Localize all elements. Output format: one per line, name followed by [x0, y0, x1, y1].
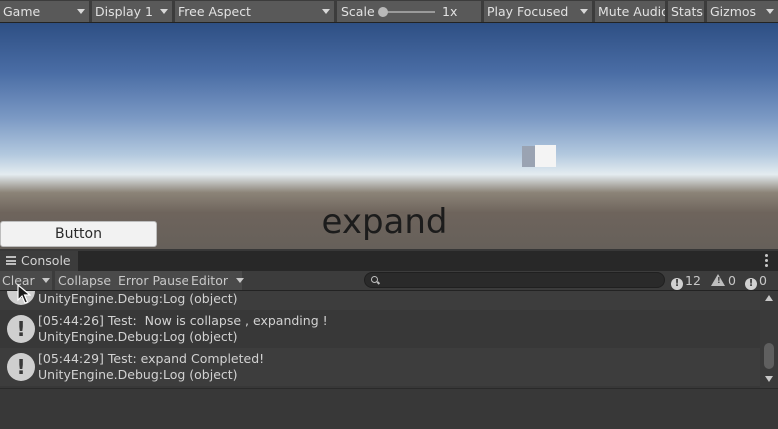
error-icon: ! [745, 278, 757, 290]
log-entry-stacktrace: UnityEngine.Debug:Log (object) [38, 329, 238, 344]
aspect-dropdown[interactable]: Free Aspect [175, 1, 334, 22]
gizmos-dropdown[interactable]: Gizmos [707, 1, 778, 22]
info-icon: ! [7, 353, 35, 381]
log-count: 12 [685, 273, 701, 288]
view-dropdown[interactable]: Game [0, 1, 89, 22]
console-log-list[interactable]: ! UnityEngine.Debug:Log (object) ! [05:4… [0, 291, 760, 388]
cube-side [522, 146, 535, 167]
mute-audio-toggle[interactable]: Mute Audio [595, 1, 665, 22]
scale-slider-handle[interactable] [378, 7, 388, 17]
chevron-down-icon [160, 9, 168, 14]
mouse-cursor-icon [17, 284, 31, 304]
info-icon: ! [671, 278, 683, 290]
game-toolbar: Game Display 1 Free Aspect Scale 1x Play… [0, 0, 778, 23]
info-icon: ! [7, 315, 35, 343]
log-entry[interactable]: ! UnityEngine.Debug:Log (object) [0, 291, 760, 310]
error-pause-toggle[interactable]: Error Pause [115, 271, 189, 290]
log-entry-message: [05:44:26] Test: Now is collapse , expan… [38, 313, 328, 328]
log-entry[interactable]: ! [05:44:26] Test: Now is collapse , exp… [0, 310, 760, 348]
scale-label: Scale [341, 4, 375, 19]
scale-slider-track[interactable] [383, 11, 435, 13]
chevron-down-icon [580, 9, 588, 14]
log-entry[interactable]: ! [05:44:29] Test: expand Completed! Uni… [0, 348, 760, 386]
chevron-down-icon [42, 278, 50, 283]
editor-dropdown[interactable]: Editor [188, 271, 244, 290]
play-mode-label: Play Focused [487, 4, 569, 19]
console-list-icon [6, 256, 16, 265]
scrollbar-thumb[interactable] [764, 343, 774, 369]
clear-options-dropdown[interactable] [38, 271, 52, 290]
game-view[interactable]: expand Button [0, 23, 778, 249]
tab-console[interactable]: Console [0, 251, 78, 271]
warning-count-toggle[interactable]: ! 0 [711, 272, 736, 289]
search-input[interactable] [364, 272, 665, 288]
warning-count: 0 [728, 273, 736, 288]
game-status-label: expand [321, 202, 448, 242]
log-entry-stacktrace: UnityEngine.Debug:Log (object) [38, 367, 238, 382]
stats-label: Stats [671, 4, 703, 19]
stats-toggle[interactable]: Stats [668, 1, 704, 22]
error-count-toggle[interactable]: ! 0 [745, 272, 767, 290]
chevron-down-icon [235, 278, 244, 283]
error-count: 0 [759, 273, 767, 288]
collapse-label: Collapse [58, 273, 112, 288]
chevron-down-icon [77, 9, 85, 14]
console-toolbar: Clear Collapse Error Pause Editor ! 12 ! 0… [0, 271, 778, 291]
gizmos-label: Gizmos [710, 4, 757, 19]
log-scrollbar[interactable] [760, 291, 778, 388]
scroll-up-icon[interactable] [765, 295, 773, 301]
console-tab-title: Console [21, 253, 71, 268]
log-entry-stacktrace: UnityEngine.Debug:Log (object) [38, 291, 238, 306]
more-options-icon[interactable] [765, 254, 768, 268]
chevron-down-icon [766, 9, 774, 14]
display-dropdown[interactable]: Display 1 [92, 1, 172, 22]
play-mode-dropdown[interactable]: Play Focused [484, 1, 592, 22]
scale-control: Scale 1x [337, 1, 481, 22]
collapse-toggle[interactable]: Collapse [55, 271, 115, 290]
aspect-label: Free Aspect [178, 4, 251, 19]
error-pause-label: Error Pause [118, 273, 190, 288]
cube-front [535, 145, 556, 167]
search-icon [371, 276, 378, 283]
game-ui-button[interactable]: Button [0, 221, 157, 247]
view-label: Game [3, 4, 41, 19]
editor-label: Editor [191, 273, 228, 288]
log-entry-message: [05:44:29] Test: expand Completed! [38, 351, 265, 366]
scroll-down-icon[interactable] [765, 376, 773, 382]
warning-icon: ! [711, 274, 725, 286]
cube-object [522, 145, 556, 167]
log-count-toggle[interactable]: ! 12 [671, 272, 701, 290]
mute-audio-label: Mute Audio [598, 4, 665, 19]
console-tab-bar: Console [0, 251, 778, 271]
log-detail-pane[interactable] [0, 388, 778, 429]
display-label: Display 1 [95, 4, 154, 19]
scale-value: 1x [442, 4, 458, 19]
chevron-down-icon [322, 9, 330, 14]
